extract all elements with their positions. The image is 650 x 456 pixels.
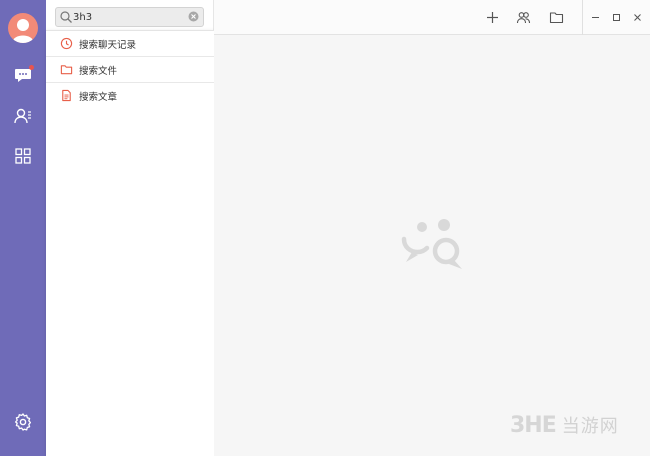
search-box[interactable] (55, 7, 204, 27)
files-button[interactable] (548, 9, 565, 26)
watermark-text: 当游网 (561, 416, 619, 437)
maximize-button[interactable] (609, 10, 623, 24)
watermark: 3HE 当游网 (510, 412, 619, 438)
dropdown-item-label: 搜索聊天记录 (79, 39, 137, 51)
dropdown-item-label: 搜索文件 (79, 65, 118, 77)
dropdown-item-label: 搜索文章 (79, 91, 118, 103)
add-icon (487, 12, 498, 23)
search-chat-history-option[interactable]: 搜索聊天记录 (46, 31, 214, 56)
sidebar-item-contacts[interactable] (11, 104, 35, 128)
gear-icon (14, 413, 32, 431)
app-logo-placeholder-icon (401, 219, 462, 269)
sidebar-item-chat[interactable] (11, 63, 35, 87)
search-dropdown: 搜索聊天记录 搜索文件 搜索文章 (46, 30, 214, 456)
search-input[interactable] (73, 9, 183, 25)
contacts-icon (14, 108, 31, 124)
divider (582, 0, 583, 35)
watermark-mark: 3HE (510, 412, 557, 438)
apps-grid-icon (15, 148, 31, 164)
search-articles-option[interactable]: 搜索文章 (46, 83, 214, 108)
settings-button[interactable] (11, 410, 35, 434)
unread-badge (29, 65, 34, 70)
clear-search-icon[interactable] (188, 11, 199, 22)
maximize-icon (612, 13, 620, 21)
avatar[interactable] (8, 13, 38, 43)
create-group-button[interactable] (515, 9, 532, 26)
main-content: 3HE 当游网 (214, 0, 650, 456)
minimize-icon (591, 16, 599, 18)
title-bar (214, 0, 650, 35)
add-button[interactable] (484, 9, 501, 26)
app-sidebar (0, 0, 46, 456)
folder-icon (549, 12, 564, 24)
close-button[interactable] (630, 10, 644, 24)
sidebar-item-apps[interactable] (11, 144, 35, 168)
search-icon (60, 11, 72, 23)
folder-icon (60, 65, 72, 75)
clock-icon (60, 37, 72, 50)
close-icon (633, 13, 641, 21)
group-icon (516, 12, 531, 24)
search-files-option[interactable]: 搜索文件 (46, 57, 214, 82)
document-icon (61, 89, 71, 102)
minimize-button[interactable] (588, 10, 602, 24)
user-avatar-icon (12, 19, 34, 43)
